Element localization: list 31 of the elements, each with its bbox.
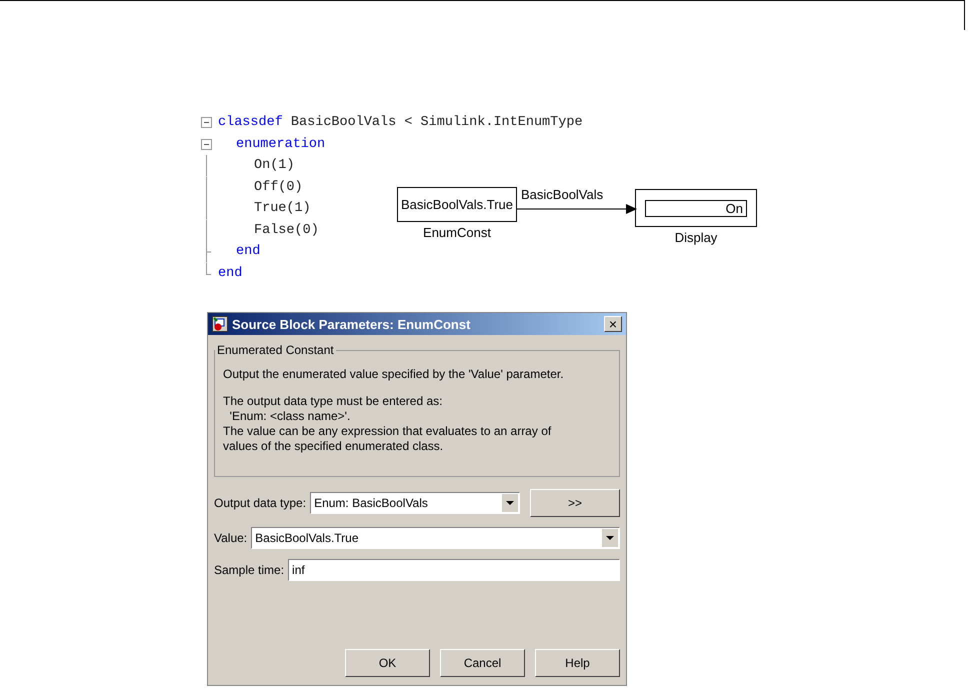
block-icon (212, 316, 228, 332)
edit-button[interactable]: >> (530, 489, 620, 517)
block-name: Display (674, 230, 718, 245)
field-label: Sample time: (214, 563, 284, 577)
display-value: On (645, 200, 747, 216)
dialog-button[interactable]: Cancel (440, 649, 525, 677)
field-label: Output data type: (214, 496, 306, 510)
dropdown[interactable]: BasicBoolVals.True (251, 527, 620, 549)
code-line: enumeration (235, 136, 326, 152)
dialog-button[interactable]: Help (535, 649, 620, 677)
description-text: Output the enumerated value specified by the 'Value' parameter. (223, 367, 565, 382)
block-name: EnumConst (423, 225, 491, 240)
dropdown[interactable]: Enum: BasicBoolVals (310, 492, 520, 514)
code-line: False(0) (253, 222, 319, 238)
input-field[interactable]: inf (288, 559, 620, 581)
code-line: end (217, 266, 242, 281)
code-line: classdef BasicBoolVals < Simulink.IntEnumType (217, 115, 583, 130)
code-line: end (235, 244, 260, 260)
collapse-icon[interactable] (201, 117, 212, 128)
dialog-button[interactable]: OK (345, 649, 430, 677)
window-title: Source Block Parameters: EnumConst (232, 316, 472, 332)
close-button[interactable]: × (604, 316, 622, 332)
code-line: True(1) (253, 201, 311, 216)
code-line: On(1) (253, 158, 295, 174)
constant-block: BasicBoolVals.True (397, 187, 517, 222)
collapse-icon[interactable] (201, 138, 212, 150)
group-title: Enumerated Constant (216, 343, 335, 357)
description-text: The output data type must be entered as: 'Enum: <class name>'. The value can be any expression that evaluates to an array of values of the specified enumerated class. (223, 394, 552, 454)
code-line: Off(0) (253, 180, 303, 195)
field-label: Value: (214, 531, 248, 545)
signal-label: BasicBoolVals (520, 187, 604, 204)
